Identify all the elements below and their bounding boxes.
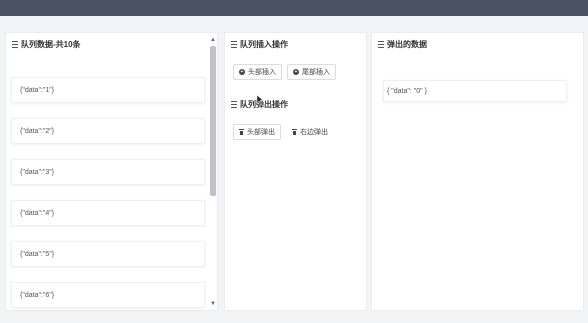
queue-data-title: 队列数据-共10条 — [12, 39, 81, 50]
plus-circle-icon: + — [239, 69, 245, 75]
popped-data-panel: 弹出的数据 — [371, 32, 584, 311]
vertical-scrollbar[interactable]: ▲ ▼ — [209, 37, 217, 307]
queue-data-title-text: 队列数据-共10条 — [21, 40, 81, 49]
popped-value-box: { "data": "0" } — [383, 80, 567, 102]
pop-right-button[interactable]: 右边弹出 — [286, 124, 334, 140]
trash-icon — [292, 129, 297, 135]
list-item: {"data":"4"} — [11, 200, 205, 226]
pop-button-row: 头部弹出 右边弹出 — [233, 124, 334, 140]
popped-value: { "data": "0" } — [387, 88, 427, 95]
popped-data-title-text: 弹出的数据 — [387, 40, 427, 49]
pop-head-button[interactable]: 头部弹出 — [233, 124, 281, 140]
insert-head-button[interactable]: + 头部插入 — [233, 64, 282, 80]
plus-circle-icon: + — [293, 69, 299, 75]
insert-tail-button[interactable]: + 尾部插入 — [287, 64, 336, 80]
pop-right-label: 右边弹出 — [300, 129, 328, 136]
menu-icon — [231, 41, 237, 48]
list-item: {"data":"6"} — [11, 282, 205, 308]
popped-data-title: 弹出的数据 — [378, 39, 427, 50]
insert-button-row: + 头部插入 + 尾部插入 — [233, 64, 336, 80]
queue-list: {"data":"1"} {"data":"2"} {"data":"3"} {… — [11, 77, 205, 323]
menu-icon — [231, 101, 237, 108]
list-item: {"data":"3"} — [11, 159, 205, 185]
operations-panel: 队列插入操作 + 头部插入 + 尾部插入 队列弹出操作 头部弹出 右边弹出 — [224, 32, 367, 311]
scrollbar-thumb[interactable] — [210, 46, 216, 196]
insert-ops-title: 队列插入操作 — [231, 39, 288, 50]
menu-icon — [12, 41, 18, 48]
list-item: {"data":"1"} — [11, 77, 205, 103]
scroll-up-arrow-icon[interactable]: ▲ — [210, 37, 216, 43]
queue-data-panel: 队列数据-共10条 {"data":"1"} {"data":"2"} {"da… — [5, 32, 218, 311]
list-item: {"data":"5"} — [11, 241, 205, 267]
list-item: {"data":"2"} — [11, 118, 205, 144]
top-bar — [0, 0, 588, 16]
insert-head-label: 头部插入 — [248, 69, 276, 76]
trash-icon — [239, 129, 244, 135]
insert-tail-label: 尾部插入 — [302, 69, 330, 76]
scroll-down-arrow-icon[interactable]: ▼ — [210, 301, 216, 307]
insert-ops-title-text: 队列插入操作 — [240, 40, 288, 49]
mouse-cursor-icon — [257, 95, 264, 105]
menu-icon — [378, 41, 384, 48]
pop-head-label: 头部弹出 — [247, 129, 275, 136]
